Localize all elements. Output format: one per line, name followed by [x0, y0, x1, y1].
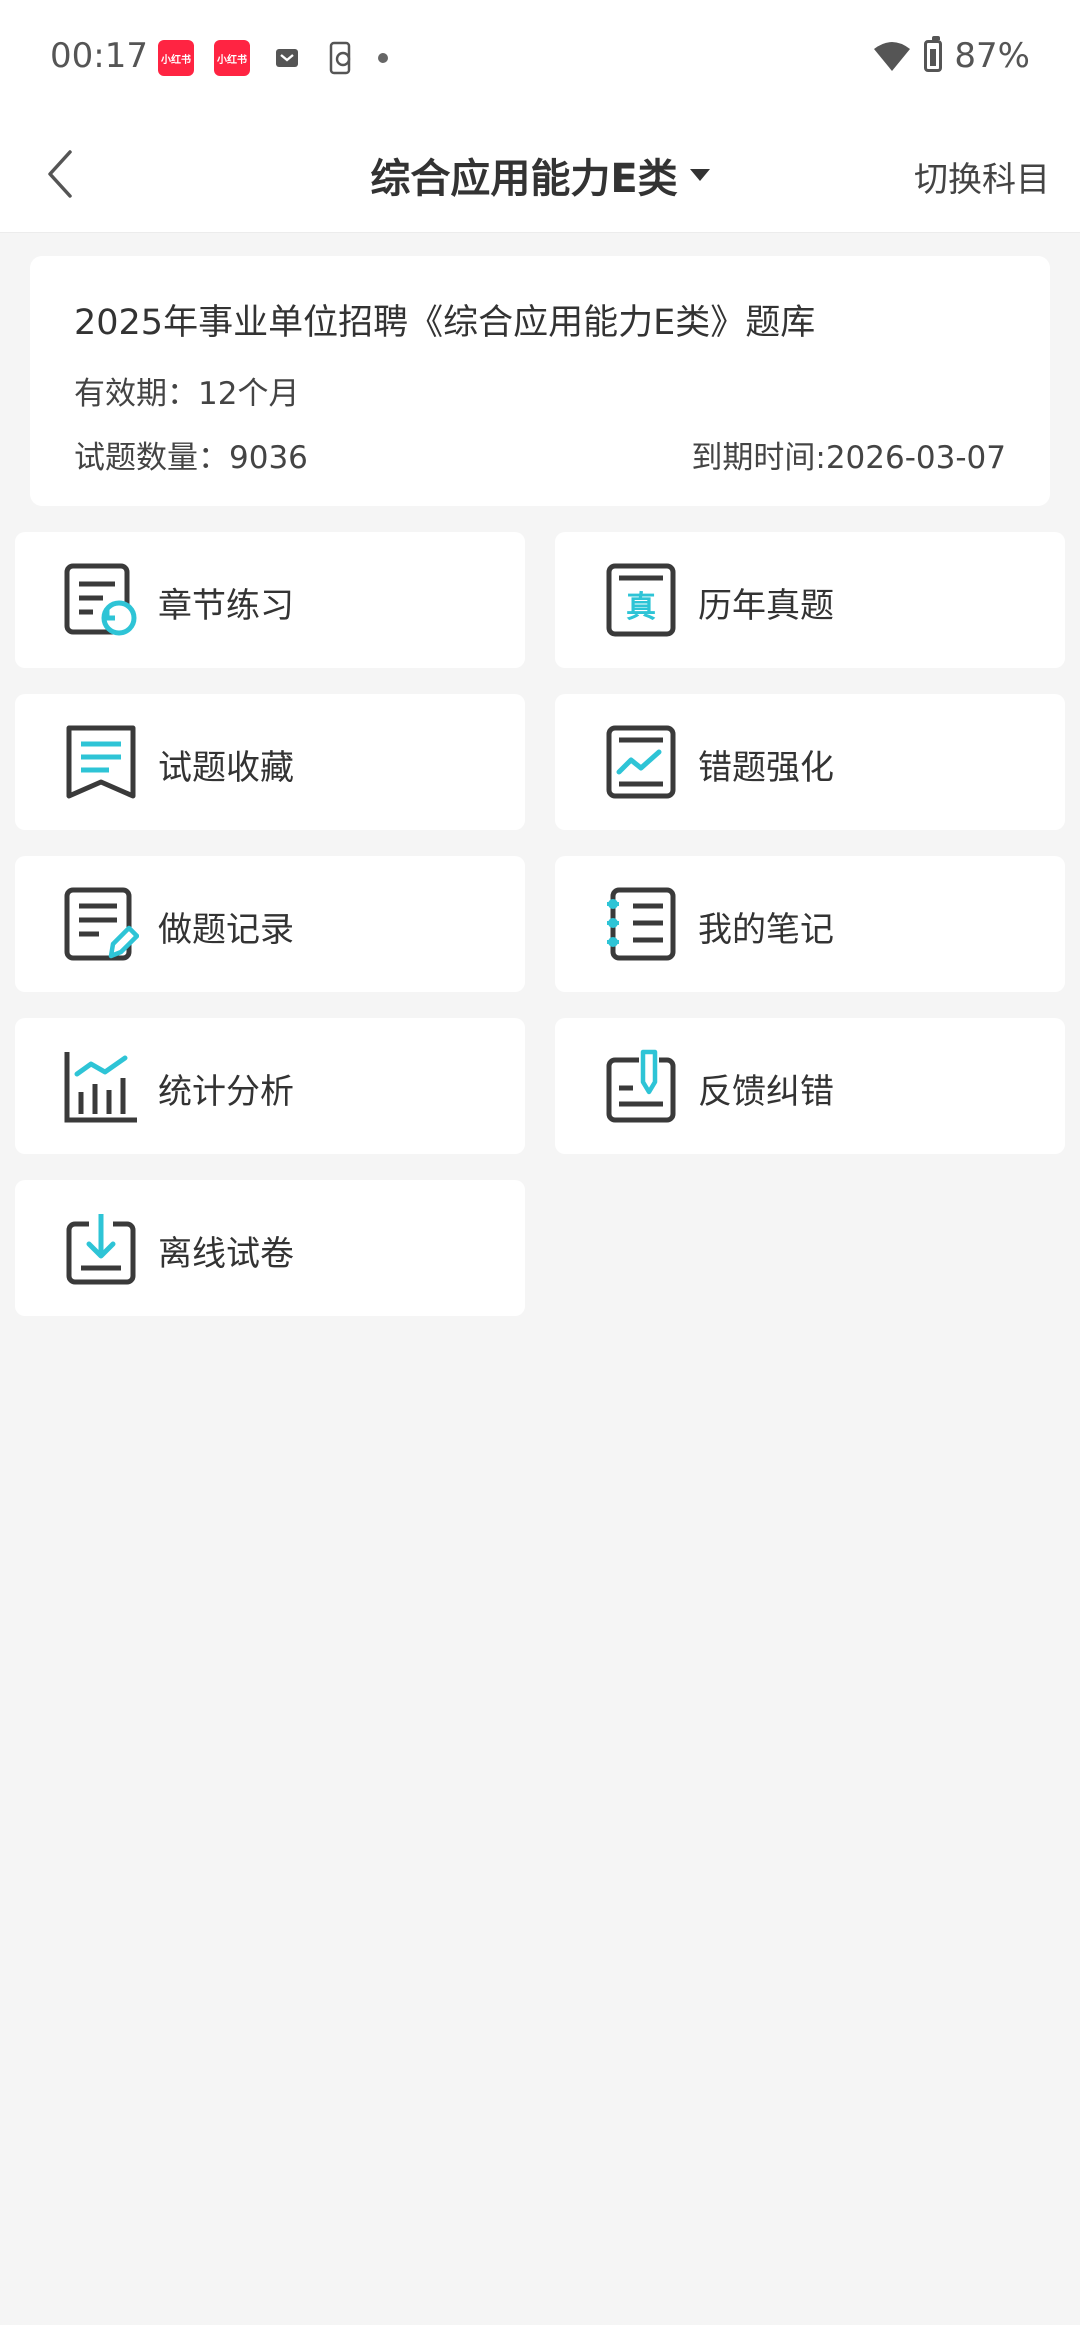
menu-chapter-practice[interactable]: 章节练习: [15, 532, 525, 668]
caret-down-icon: [689, 169, 710, 181]
mail-icon: [270, 41, 304, 75]
validity-period: 有效期：12个月: [74, 376, 300, 412]
status-right: 87%: [872, 36, 1030, 76]
menu-practice-record[interactable]: 做题记录: [15, 856, 525, 992]
menu-label: 做题记录: [158, 910, 294, 950]
menu-my-notes[interactable]: 我的笔记: [555, 856, 1065, 992]
menu-offline-papers[interactable]: 离线试卷: [15, 1180, 525, 1316]
xiaohongshu-app-icon: 小红书: [214, 40, 250, 76]
wifi-icon: [874, 42, 911, 71]
menu-feedback[interactable]: 反馈纠错: [555, 1018, 1065, 1154]
xiaohongshu-app-icon: 小红书: [158, 40, 194, 76]
svg-text:真: 真: [626, 590, 656, 625]
menu-label: 反馈纠错: [698, 1072, 834, 1112]
navigation-bar: 综合应用能力E类 切换科目: [0, 120, 1080, 233]
bookmark-icon: [66, 725, 136, 799]
menu-label: 统计分析: [158, 1072, 294, 1112]
menu-label: 离线试卷: [158, 1234, 294, 1274]
record-edit-icon: [64, 887, 139, 961]
menu-label: 历年真题: [698, 586, 834, 626]
page-title: 综合应用能力E类: [370, 156, 678, 202]
statistics-icon: [64, 1052, 137, 1123]
battery-percent: 87%: [954, 36, 1030, 76]
menu-bookmarks[interactable]: 试题收藏: [15, 694, 525, 830]
menu-past-exams[interactable]: 真 历年真题: [555, 532, 1065, 668]
past-exams-icon: 真: [606, 563, 676, 637]
menu-statistics[interactable]: 统计分析: [15, 1018, 525, 1154]
bank-title: 2025年事业单位招聘《综合应用能力E类》题库: [74, 303, 816, 343]
menu-mistake-reinforce[interactable]: 错题强化: [555, 694, 1065, 830]
expiration-date: 到期时间:2026-03-07: [691, 440, 1006, 476]
status-notification-icons: 小红书 小红书: [158, 40, 388, 76]
phone-sync-icon: [324, 41, 358, 75]
question-bank-info-card: 2025年事业单位招聘《综合应用能力E类》题库 有效期：12个月 试题数量：90…: [30, 256, 1050, 506]
menu-label: 试题收藏: [158, 748, 294, 788]
menu-label: 章节练习: [158, 586, 294, 626]
question-count: 试题数量：9036: [74, 440, 308, 476]
status-bar: 00:17 小红书 小红书 87%: [0, 0, 1080, 120]
download-icon: [66, 1214, 136, 1285]
more-notifications-dot: [378, 53, 388, 63]
switch-subject-button[interactable]: 切换科目: [914, 152, 1050, 201]
battery-icon: [924, 36, 943, 72]
menu-label: 错题强化: [698, 748, 834, 788]
notebook-icon: [607, 887, 676, 961]
feedback-icon: [606, 1049, 676, 1123]
status-time: 00:17: [50, 36, 148, 76]
mistake-reinforce-icon: [606, 725, 676, 799]
chapter-practice-icon: [64, 563, 137, 636]
menu-label: 我的笔记: [698, 910, 834, 950]
